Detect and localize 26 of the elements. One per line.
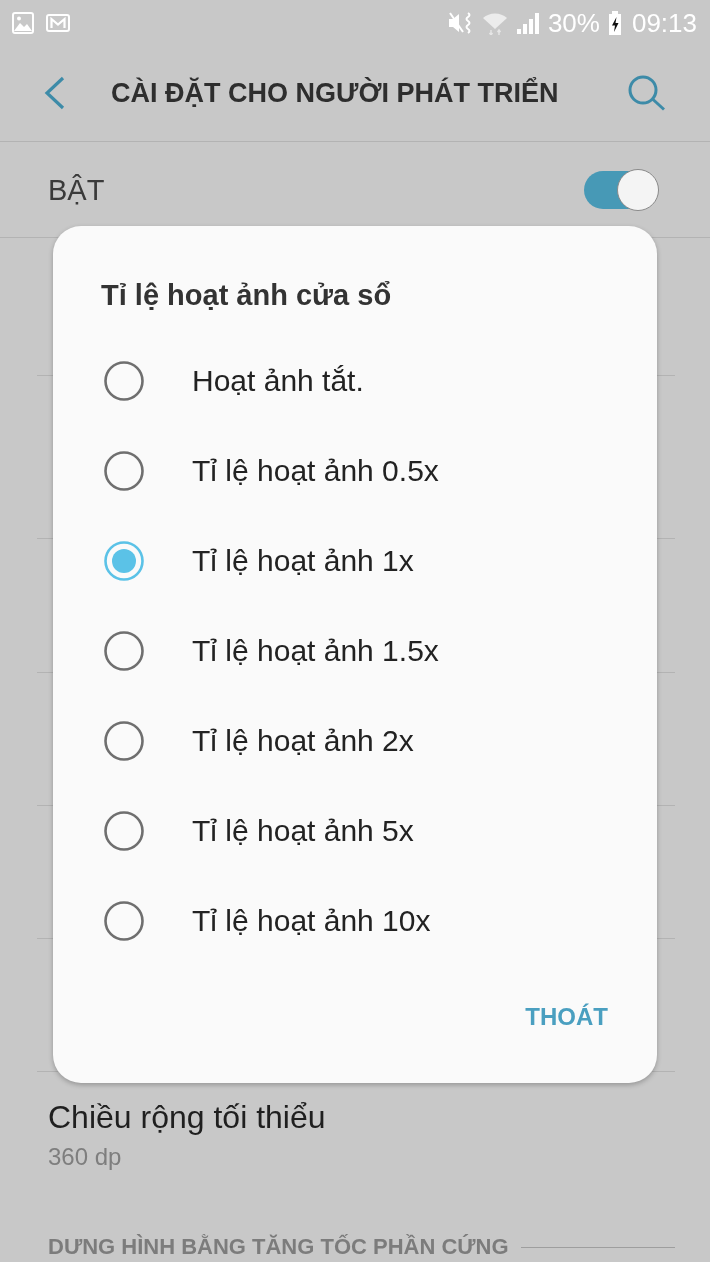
- option-label[interactable]: Tỉ lệ hoạt ảnh 1x: [192, 543, 414, 579]
- signal-icon: [515, 10, 540, 35]
- battery-charging-icon: [607, 10, 622, 35]
- radio-button[interactable]: [104, 451, 144, 491]
- setting-title[interactable]: Chiều rộng tối thiểu: [48, 1098, 662, 1136]
- wifi-icon: [481, 10, 508, 35]
- option-label[interactable]: Tỉ lệ hoạt ảnh 10x: [192, 903, 431, 939]
- radio-button[interactable]: [104, 721, 144, 761]
- option-label[interactable]: Hoạt ảnh tắt.: [192, 363, 364, 399]
- page-title: CÀI ĐẶT CHO NGƯỜI PHÁT TRIỂN: [111, 76, 560, 110]
- radio-button[interactable]: [104, 901, 144, 941]
- option-label[interactable]: Tỉ lệ hoạt ảnh 1.5x: [192, 633, 439, 669]
- image-icon: [12, 11, 34, 34]
- setting-value: 360 dp: [48, 1142, 123, 1172]
- dialog-title: Tỉ lệ hoạt ảnh cửa sổ: [101, 278, 393, 313]
- switch-label: BẬT: [48, 172, 105, 207]
- mail-icon: [46, 13, 70, 32]
- radio-button[interactable]: [104, 361, 144, 401]
- option-label[interactable]: Tỉ lệ hoạt ảnh 5x: [192, 813, 414, 849]
- toggle-switch[interactable]: [584, 167, 659, 212]
- option-label[interactable]: Tỉ lệ hoạt ảnh 2x: [192, 723, 414, 759]
- radio-button[interactable]: [104, 811, 144, 851]
- option-label[interactable]: Tỉ lệ hoạt ảnh 0.5x: [192, 453, 439, 489]
- radio-button[interactable]: [104, 631, 144, 671]
- section-header: DƯNG HÌNH BẰNG TĂNG TỐC PHẦN CỨNG: [48, 1234, 509, 1260]
- radio-button[interactable]: [104, 541, 144, 581]
